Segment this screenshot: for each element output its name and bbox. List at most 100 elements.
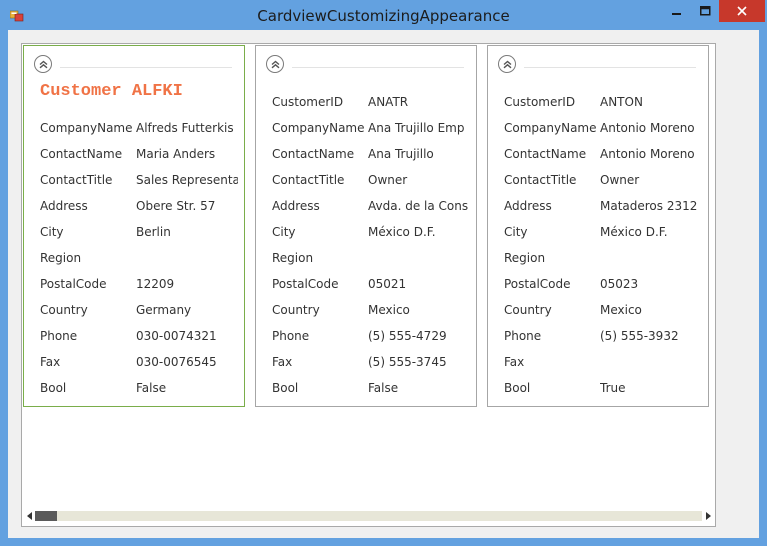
scroll-right-arrow-icon[interactable] xyxy=(704,511,712,520)
field-value[interactable]: Mexico xyxy=(600,303,702,317)
card[interactable]: Customer ALFKI CompanyName Alfreds Futterk… xyxy=(23,45,245,407)
minimize-button[interactable] xyxy=(663,0,691,22)
field-name: CompanyName xyxy=(504,121,597,135)
field-value[interactable]: Owner xyxy=(368,173,470,187)
horizontal-scrollbar[interactable] xyxy=(23,507,714,524)
field-value[interactable]: Antonio Moreno xyxy=(600,147,702,161)
field-value[interactable]: (5) 555-4729 xyxy=(368,329,470,343)
card-field-row[interactable]: CompanyName Alfreds Futterkis xyxy=(24,115,246,141)
field-value[interactable]: (5) 555-3745 xyxy=(368,355,470,369)
field-value[interactable]: México D.F. xyxy=(368,225,470,239)
field-name: CustomerID xyxy=(272,95,344,109)
field-name: ContactName xyxy=(272,147,355,161)
field-value[interactable]: Mexico xyxy=(368,303,470,317)
card-field-row[interactable]: Bool False xyxy=(24,375,246,401)
field-value[interactable]: Alfreds Futterkis xyxy=(136,121,238,135)
card-field-row[interactable]: Fax (5) 555-3745 xyxy=(256,349,478,375)
field-value[interactable]: Owner xyxy=(600,173,702,187)
card-field-row[interactable]: Phone 030-0074321 xyxy=(24,323,246,349)
field-value[interactable]: ANTON xyxy=(600,95,702,109)
field-value[interactable]: False xyxy=(368,381,470,395)
collapse-card-button[interactable] xyxy=(498,55,516,73)
field-name: Phone xyxy=(504,329,542,343)
field-name: Bool xyxy=(272,381,299,395)
card-field-row[interactable]: City Berlin xyxy=(24,219,246,245)
card-field-row[interactable]: Fax 030-0076545 xyxy=(24,349,246,375)
field-name: PostalCode xyxy=(40,277,107,291)
collapse-card-button[interactable] xyxy=(266,55,284,73)
field-name: Region xyxy=(40,251,82,265)
card-field-row[interactable]: Region xyxy=(256,245,478,271)
close-button[interactable] xyxy=(719,0,765,22)
maximize-button[interactable] xyxy=(691,0,719,22)
card-field-row[interactable]: Address Obere Str. 57 xyxy=(24,193,246,219)
field-value[interactable]: México D.F. xyxy=(600,225,702,239)
card-field-row[interactable]: PostalCode 12209 xyxy=(24,271,246,297)
field-value[interactable]: Sales Representa xyxy=(136,173,238,187)
field-name: CompanyName xyxy=(40,121,133,135)
card-field-row[interactable]: Country Germany xyxy=(24,297,246,323)
client-area: Customer ALFKI CompanyName Alfreds Futterk… xyxy=(8,30,759,538)
field-value[interactable]: 030-0074321 xyxy=(136,329,238,343)
scroll-left-arrow-icon[interactable] xyxy=(25,511,33,520)
field-name: Bool xyxy=(40,381,67,395)
field-value[interactable]: ANATR xyxy=(368,95,470,109)
card-field-row[interactable]: Region xyxy=(24,245,246,271)
field-value[interactable]: Berlin xyxy=(136,225,238,239)
field-name: CustomerID xyxy=(504,95,576,109)
field-value[interactable]: 12209 xyxy=(136,277,238,291)
field-value[interactable]: Ana Trujillo xyxy=(368,147,470,161)
card-field-row[interactable]: PostalCode 05023 xyxy=(488,271,710,297)
card-field-row[interactable]: PostalCode 05021 xyxy=(256,271,478,297)
field-value[interactable]: 05023 xyxy=(600,277,702,291)
app-window: CardviewCustomizingAppearance Customer A… xyxy=(0,0,767,546)
card-view-grid: Customer ALFKI CompanyName Alfreds Futterk… xyxy=(21,43,716,527)
field-value[interactable]: Antonio Moreno xyxy=(600,121,702,135)
card-header-divider xyxy=(524,67,696,68)
card[interactable]: CustomerID ANTON CompanyName Antonio Moreno… xyxy=(487,45,709,407)
field-value[interactable]: Germany xyxy=(136,303,238,317)
card-field-row[interactable]: CompanyName Antonio Moreno xyxy=(488,115,710,141)
field-value[interactable]: False xyxy=(136,381,238,395)
field-value[interactable]: 05021 xyxy=(368,277,470,291)
field-value[interactable]: 030-0076545 xyxy=(136,355,238,369)
field-name: Fax xyxy=(504,355,525,369)
card-field-row[interactable]: ContactTitle Owner xyxy=(488,167,710,193)
card-field-row[interactable]: ContactName Antonio Moreno xyxy=(488,141,710,167)
field-value[interactable]: True xyxy=(600,381,702,395)
card-field-row[interactable]: Address Avda. de la Cons xyxy=(256,193,478,219)
card-field-row[interactable]: City México D.F. xyxy=(256,219,478,245)
scrollbar-track[interactable] xyxy=(35,511,702,521)
card-field-row[interactable]: Phone (5) 555-3932 xyxy=(488,323,710,349)
card-field-row[interactable]: City México D.F. xyxy=(488,219,710,245)
card-field-row[interactable]: Region xyxy=(488,245,710,271)
card-field-row[interactable]: CompanyName Ana Trujillo Emp xyxy=(256,115,478,141)
card-field-row[interactable]: Fax xyxy=(488,349,710,375)
field-value[interactable]: Maria Anders xyxy=(136,147,238,161)
card-field-row[interactable]: ContactName Ana Trujillo xyxy=(256,141,478,167)
field-value[interactable]: Obere Str. 57 xyxy=(136,199,238,213)
field-name: Country xyxy=(272,303,320,317)
card[interactable]: CustomerID ANATR CompanyName Ana Trujillo E… xyxy=(255,45,477,407)
scrollbar-thumb[interactable] xyxy=(35,511,57,521)
card-caption: Customer ALFKI xyxy=(40,82,183,101)
close-icon xyxy=(737,6,747,16)
card-field-row[interactable]: Bool False xyxy=(256,375,478,401)
collapse-card-button[interactable] xyxy=(34,55,52,73)
card-field-row[interactable]: CustomerID ANTON xyxy=(488,89,710,115)
card-field-row[interactable]: Bool True xyxy=(488,375,710,401)
card-field-row[interactable]: Country Mexico xyxy=(488,297,710,323)
card-field-row[interactable]: ContactName Maria Anders xyxy=(24,141,246,167)
field-value[interactable]: Ana Trujillo Emp xyxy=(368,121,470,135)
card-field-row[interactable]: Phone (5) 555-4729 xyxy=(256,323,478,349)
field-name: PostalCode xyxy=(504,277,571,291)
card-field-row[interactable]: ContactTitle Owner xyxy=(256,167,478,193)
field-value[interactable]: Mataderos 2312 xyxy=(600,199,702,213)
card-field-row[interactable]: CustomerID ANATR xyxy=(256,89,478,115)
card-field-row[interactable]: Address Mataderos 2312 xyxy=(488,193,710,219)
field-value[interactable]: Avda. de la Cons xyxy=(368,199,470,213)
card-field-row[interactable]: ContactTitle Sales Representa xyxy=(24,167,246,193)
card-field-row[interactable]: Country Mexico xyxy=(256,297,478,323)
field-value[interactable]: (5) 555-3932 xyxy=(600,329,702,343)
field-name: PostalCode xyxy=(272,277,339,291)
